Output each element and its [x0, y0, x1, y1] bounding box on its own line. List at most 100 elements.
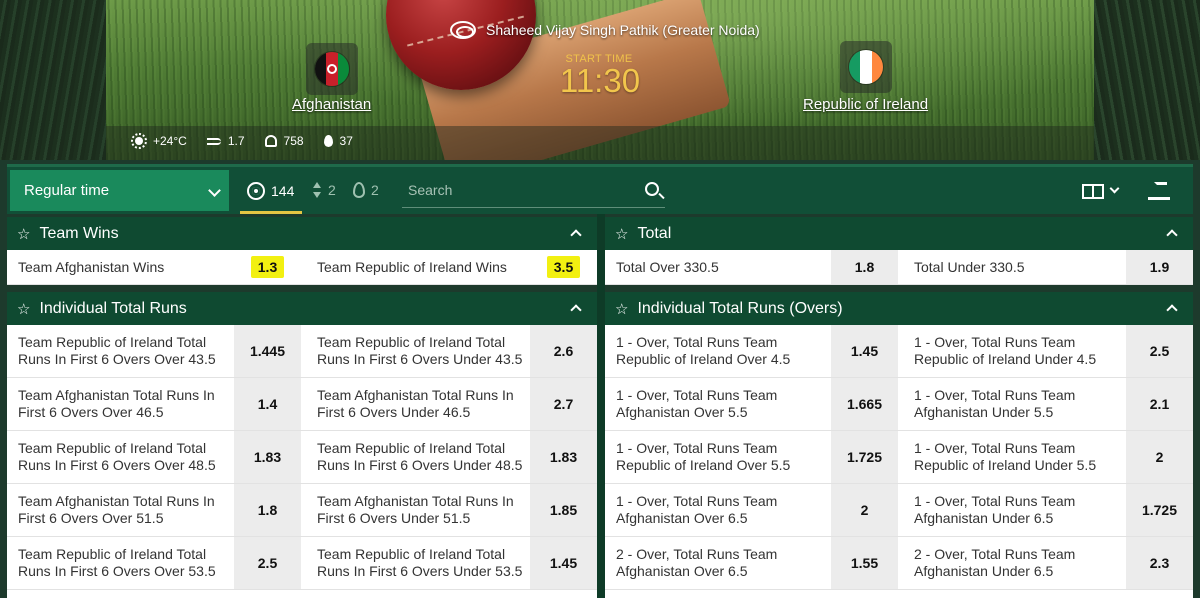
bet-cell[interactable]: Team Republic of Ireland Total Runs In F… [7, 325, 301, 377]
star-icon[interactable]: ☆ [17, 225, 30, 243]
bet-label: Team Republic of Ireland Total Runs In F… [18, 334, 216, 367]
bet-odd[interactable]: 2.6 [530, 325, 597, 377]
team-away-link[interactable]: Republic of Ireland [803, 96, 928, 113]
bet-label: Team Afghanistan Total Runs In First 6 O… [317, 387, 514, 420]
bet-odd[interactable]: 1.8 [234, 484, 301, 536]
bet-odd[interactable]: 1.55 [831, 537, 898, 589]
market-row: 2 - Over, Total Runs Team Afghanistan Ov… [605, 537, 1193, 590]
collapse-icon[interactable] [570, 229, 582, 241]
ireland-flag-icon [848, 49, 884, 85]
bet-odd[interactable]: 1.445 [234, 325, 301, 377]
bet-odd[interactable]: 1.725 [831, 431, 898, 483]
bet-odd[interactable]: 1.8 [831, 250, 898, 284]
bet-label: Total Under 330.5 [914, 258, 1025, 275]
bet-cell[interactable]: Total Under 330.5 1.9 [903, 250, 1193, 284]
bet-odd[interactable]: 2.3 [1126, 537, 1193, 589]
bet-odd[interactable]: 1.85 [530, 484, 597, 536]
pin-icon[interactable] [1148, 182, 1170, 200]
weather-info: +24°C 1.7 758 37 [131, 133, 353, 149]
humidity: 37 [323, 134, 353, 148]
bet-cell[interactable]: Team Republic of Ireland Total Runs In F… [306, 537, 597, 589]
bet-odd[interactable]: 1.45 [530, 537, 597, 589]
bet-cell[interactable]: 1 - Over, Total Runs Team Afghanistan Un… [903, 378, 1193, 430]
bet-cell[interactable]: Team Republic of Ireland Total Runs In F… [7, 537, 301, 589]
bet-label: Team Republic of Ireland Total Runs In F… [18, 440, 216, 473]
bet-cell[interactable]: Team Republic of Ireland Total Runs In F… [7, 431, 301, 483]
pressure: 758 [264, 134, 304, 148]
fire-icon [353, 182, 365, 198]
bet-cell[interactable]: Team Republic of Ireland Wins 3.5 [306, 250, 597, 284]
star-icon[interactable]: ☆ [615, 300, 628, 318]
bet-cell[interactable]: 1 - Over, Total Runs Team Republic of Ir… [605, 325, 898, 377]
market-row: Team Republic of Ireland Total Runs In F… [7, 325, 597, 378]
bet-cell[interactable]: Team Afghanistan Total Runs In First 6 O… [306, 378, 597, 430]
bet-cell[interactable]: 1 - Over, Total Runs Team Afghanistan Ov… [605, 484, 898, 536]
market-header[interactable]: ☆ Team Wins [7, 217, 597, 250]
star-icon[interactable]: ☆ [17, 300, 30, 318]
bet-odd[interactable]: 2 [831, 484, 898, 536]
bet-odd[interactable]: 1.83 [234, 431, 301, 483]
period-select[interactable]: Regular time [10, 170, 229, 211]
bet-cell[interactable]: Team Afghanistan Total Runs In First 6 O… [7, 484, 301, 536]
bet-label: 1 - Over, Total Runs Team Republic of Ir… [914, 334, 1097, 367]
bet-cell[interactable]: 2 - Over, Total Runs Team Afghanistan Un… [903, 537, 1193, 589]
bet-label: Total Over 330.5 [616, 258, 719, 275]
bet-odd[interactable]: 3.5 [530, 250, 597, 284]
wind: 1.7 [206, 134, 245, 148]
bet-cell[interactable]: Team Afghanistan Total Runs In First 6 O… [7, 378, 301, 430]
bet-odd[interactable]: 2.5 [1126, 325, 1193, 377]
collapse-icon[interactable] [1166, 304, 1178, 316]
chevron-down-icon [208, 184, 221, 197]
bet-label: 1 - Over, Total Runs Team Afghanistan Ov… [616, 387, 778, 420]
bet-cell[interactable]: Team Afghanistan Wins 1.3 [7, 250, 301, 284]
bet-cell[interactable]: 1 - Over, Total Runs Team Republic of Ir… [903, 431, 1193, 483]
market-header[interactable]: ☆ Individual Total Runs [7, 292, 597, 325]
bet-cell[interactable]: Team Republic of Ireland Total Runs In F… [306, 325, 597, 377]
bet-odd[interactable]: 1.45 [831, 325, 898, 377]
wind-icon [206, 137, 221, 145]
bet-odd[interactable]: 1.725 [1126, 484, 1193, 536]
bet-odd[interactable]: 1.83 [530, 431, 597, 483]
bet-odd[interactable]: 2.1 [1126, 378, 1193, 430]
bet-cell[interactable]: Team Republic of Ireland Total Runs In F… [306, 431, 597, 483]
period-select-value: Regular time [24, 182, 110, 199]
layout-icon[interactable] [1082, 184, 1104, 199]
market-rows: Team Republic of Ireland Total Runs In F… [7, 325, 597, 590]
bet-label: 1 - Over, Total Runs Team Afghanistan Ov… [616, 493, 778, 526]
bet-label: Team Afghanistan Wins [18, 258, 165, 275]
filter-hot-markets[interactable]: 2 [353, 182, 379, 198]
bet-cell[interactable]: 2 - Over, Total Runs Team Afghanistan Ov… [605, 537, 898, 589]
filter-updown-markets[interactable]: 2 [312, 182, 336, 198]
bet-cell[interactable]: Team Afghanistan Total Runs In First 6 O… [306, 484, 597, 536]
market-row: Team Republic of Ireland Total Runs In F… [7, 537, 597, 590]
bet-odd[interactable]: 1.9 [1126, 250, 1193, 284]
bet-cell[interactable]: 1 - Over, Total Runs Team Republic of Ir… [605, 431, 898, 483]
collapse-icon[interactable] [1166, 229, 1178, 241]
bet-odd[interactable]: 1.4 [234, 378, 301, 430]
collapse-icon[interactable] [570, 304, 582, 316]
bet-odd[interactable]: 1.3 [234, 250, 301, 284]
afghanistan-flag-icon [314, 51, 350, 87]
market-row: 1 - Over, Total Runs Team Republic of Ir… [605, 325, 1193, 378]
bet-cell[interactable]: 1 - Over, Total Runs Team Afghanistan Un… [903, 484, 1193, 536]
market-header[interactable]: ☆ Total [605, 217, 1193, 250]
bet-cell[interactable]: 1 - Over, Total Runs Team Republic of Ir… [903, 325, 1193, 377]
market-title: Individual Total Runs [39, 299, 187, 317]
search-input[interactable] [402, 175, 622, 205]
search-icon[interactable] [645, 182, 659, 196]
bet-odd[interactable]: 2 [1126, 431, 1193, 483]
star-icon[interactable]: ☆ [615, 225, 628, 243]
bet-odd[interactable]: 2.5 [234, 537, 301, 589]
bet-odd[interactable]: 2.7 [530, 378, 597, 430]
layout-chevron-down-icon[interactable] [1109, 183, 1120, 194]
market-header[interactable]: ☆ Individual Total Runs (Overs) [605, 292, 1193, 325]
filter-all-markets[interactable]: 144 [247, 182, 294, 200]
markets-count: 144 [271, 183, 295, 199]
bet-odd[interactable]: 1.665 [831, 378, 898, 430]
venue: Shaheed Vijay Singh Pathik (Greater Noid… [450, 20, 760, 40]
bet-cell[interactable]: Total Over 330.5 1.8 [605, 250, 898, 284]
team-home-link[interactable]: Afghanistan [292, 96, 371, 113]
bet-label: Team Republic of Ireland Total Runs In F… [317, 334, 523, 367]
bet-label: 1 - Over, Total Runs Team Republic of Ir… [616, 334, 791, 367]
bet-cell[interactable]: 1 - Over, Total Runs Team Afghanistan Ov… [605, 378, 898, 430]
